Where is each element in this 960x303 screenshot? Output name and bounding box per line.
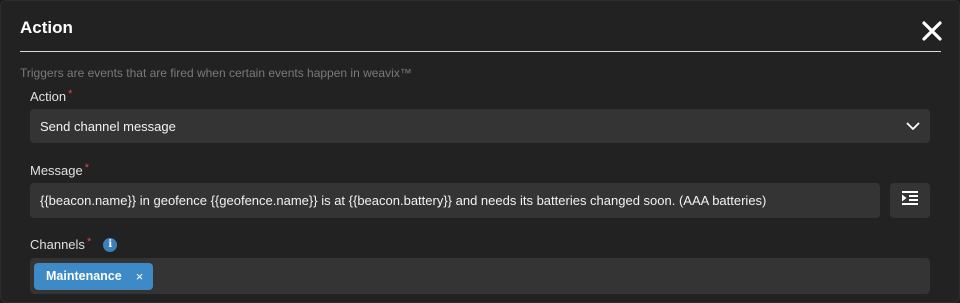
action-label: Action * — [30, 87, 73, 105]
message-label: Message * — [30, 161, 90, 179]
remove-chip-icon[interactable]: × — [136, 269, 144, 284]
channels-input[interactable]: Maintenance × — [30, 258, 930, 294]
required-marker: * — [84, 161, 90, 174]
required-marker: * — [86, 235, 92, 248]
title-divider — [20, 51, 941, 52]
required-marker: * — [68, 87, 73, 100]
info-icon[interactable]: i — [103, 237, 118, 252]
action-select[interactable]: Send channel message — [30, 109, 930, 143]
chevron-down-icon[interactable] — [906, 119, 920, 133]
channel-chip-label: Maintenance — [46, 269, 122, 283]
action-select-value: Send channel message — [40, 118, 176, 134]
message-label-text: Message — [30, 163, 83, 178]
action-label-text: Action — [30, 89, 67, 104]
dialog-hint: Triggers are events that are fired when … — [20, 66, 412, 80]
dialog-title: Action — [20, 18, 73, 37]
channels-label-text: Channels — [30, 237, 85, 252]
insert-variable-icon — [901, 190, 919, 211]
channels-label: Channels * i — [30, 235, 118, 252]
close-icon[interactable] — [920, 19, 944, 43]
insert-variable-button[interactable] — [890, 183, 930, 218]
action-dialog: Action Triggers are events that are fire… — [0, 0, 960, 303]
message-input-value: {{beacon.name}} in geofence {{geofence.n… — [40, 193, 767, 208]
channel-chip-maintenance: Maintenance × — [34, 262, 154, 290]
message-input[interactable]: {{beacon.name}} in geofence {{geofence.n… — [30, 183, 880, 218]
